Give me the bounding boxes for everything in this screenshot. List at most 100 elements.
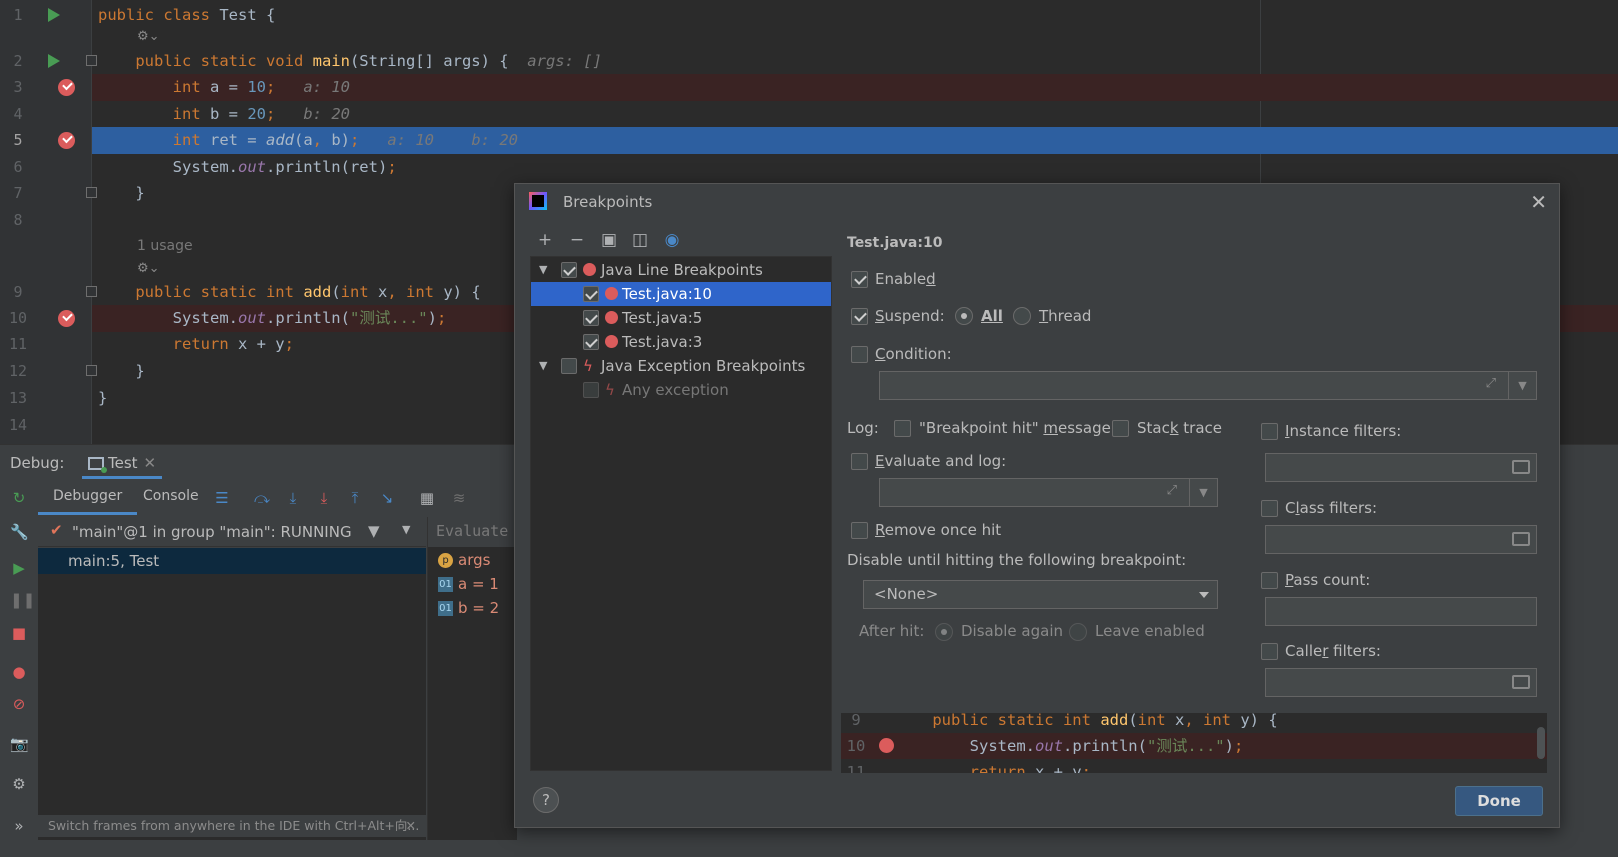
pass-count-checkbox[interactable] (1261, 572, 1278, 589)
close-icon[interactable]: ✕ (1530, 190, 1547, 214)
code-line-execution-point[interactable]: int ret = add(a, b); a: 10 b: 20 (92, 127, 1618, 154)
trace-icon[interactable]: ≋ (450, 490, 468, 506)
gutter-line-7[interactable]: 7 (0, 180, 97, 207)
editor-gutter[interactable]: 1 2 3 4 5 6 7 8 9 10 11 12 13 14 (0, 0, 97, 462)
settings-icon[interactable]: ⚙ (10, 775, 28, 793)
variables-panel[interactable]: Evaluate p args 01 a = 1 01 b = 2 (427, 517, 518, 840)
breakpoint-icon[interactable] (58, 79, 75, 96)
evaluate-expression-icon[interactable]: ▦ (418, 490, 436, 506)
gutter-line-3[interactable]: 3 (0, 74, 92, 101)
step-into-icon[interactable]: ⤓ (284, 490, 302, 506)
tree-group-exception-breakpoints[interactable]: ▼ ϟ Java Exception Breakpoints (531, 354, 831, 378)
gutter-line-9[interactable]: 9 (0, 279, 97, 306)
layout-icon[interactable]: ☰ (213, 490, 231, 506)
run-icon[interactable] (48, 54, 60, 68)
gutter-line-1[interactable]: 1 (0, 2, 92, 29)
chevron-down-icon[interactable]: ▼ (1189, 479, 1217, 506)
breakpoint-icon[interactable] (58, 132, 75, 149)
group-by-class-icon[interactable]: ◫ (630, 230, 650, 250)
item-checkbox[interactable] (583, 334, 599, 350)
pass-count-input[interactable] (1265, 597, 1537, 626)
folder-icon[interactable] (1512, 532, 1530, 546)
variable-row[interactable]: 01 a = 1 (438, 575, 499, 597)
folder-icon[interactable] (1512, 460, 1530, 474)
code-line[interactable]: System.out.println(ret); (92, 154, 1618, 181)
expand-icon[interactable]: ⤢ (1486, 376, 1496, 391)
variable-row[interactable]: p args (438, 551, 490, 573)
stack-trace-checkbox[interactable] (1112, 420, 1129, 437)
stop-icon[interactable]: ■ (10, 624, 28, 642)
add-icon[interactable]: + (535, 230, 555, 250)
code-vision-icon[interactable]: ⚙⌄ (137, 261, 160, 276)
tab-debugger[interactable]: Debugger (37, 488, 138, 515)
breakpoint-hit-message-checkbox[interactable] (894, 420, 911, 437)
group-by-package-icon[interactable]: ◉ (662, 230, 682, 250)
caller-filters-checkbox[interactable] (1261, 643, 1278, 660)
enabled-checkbox[interactable] (851, 271, 868, 288)
camera-icon[interactable]: 📷 (10, 735, 29, 753)
instance-filters-input[interactable] (1265, 453, 1537, 482)
more-icon[interactable]: » (10, 817, 28, 835)
disable-again-radio[interactable] (935, 623, 953, 641)
gutter-line-11[interactable]: 11 (0, 331, 92, 358)
gutter-line-14[interactable]: 14 (0, 412, 92, 439)
gutter-line-8[interactable]: 8 (0, 207, 92, 234)
thread-selector[interactable]: ✔ "main"@1 in group "main": RUNNING ▼ ▼ (38, 517, 426, 547)
remove-once-hit-checkbox[interactable] (851, 522, 868, 539)
wrench-icon[interactable]: 🔧 (10, 523, 29, 541)
caller-filters-input[interactable] (1265, 668, 1537, 697)
chevron-down-icon[interactable]: ▼ (402, 523, 410, 536)
folder-icon[interactable] (1512, 675, 1530, 689)
breakpoints-tree[interactable]: ▼ Java Line Breakpoints Test.java:10 Tes… (530, 256, 832, 771)
step-out-icon[interactable]: ⤒ (346, 490, 364, 506)
help-button[interactable]: ? (533, 787, 559, 813)
evaluate-and-log-checkbox[interactable] (851, 453, 868, 470)
expand-icon[interactable]: ⤢ (1167, 483, 1177, 498)
evaluate-input[interactable]: Evaluate (428, 517, 518, 547)
suspend-checkbox[interactable] (851, 308, 868, 325)
gutter-line-6[interactable]: 6 (0, 154, 92, 181)
item-checkbox[interactable] (583, 286, 599, 302)
gutter-line-10[interactable]: 10 (0, 305, 92, 332)
pause-icon[interactable]: ❚❚ (10, 591, 35, 609)
code-line[interactable]: public class Test { (92, 2, 1618, 29)
group-checkbox[interactable] (561, 358, 577, 374)
disable-until-select[interactable]: <None> (863, 580, 1218, 609)
gutter-line-2[interactable]: 2 (0, 48, 97, 75)
chevron-down-icon[interactable]: ▼ (539, 354, 547, 378)
resume-icon[interactable]: ▶ (10, 559, 28, 577)
condition-input[interactable]: ⤢ ▼ (879, 371, 1537, 400)
suspend-thread-radio[interactable] (1013, 307, 1031, 325)
step-over-icon[interactable]: ⤼ (253, 490, 271, 506)
group-checkbox[interactable] (561, 262, 577, 278)
item-checkbox[interactable] (583, 310, 599, 326)
chevron-down-icon[interactable]: ▼ (539, 258, 547, 282)
breakpoint-icon[interactable] (58, 310, 75, 327)
close-hint-icon[interactable]: ✕ (406, 815, 416, 837)
tree-item-any-exception[interactable]: ϟ Any exception (531, 378, 831, 402)
usage-hint[interactable]: 1 usage (137, 238, 193, 254)
run-to-cursor-icon[interactable]: ↘ (378, 490, 396, 506)
mute-breakpoints-icon[interactable]: ⊘ (10, 695, 28, 713)
tree-item-breakpoint[interactable]: Test.java:10 (531, 282, 831, 306)
close-tab-icon[interactable]: ✕ (144, 454, 157, 472)
leave-enabled-radio[interactable] (1069, 623, 1087, 641)
gutter-line-13[interactable]: 13 (0, 385, 92, 412)
evaluate-and-log-input[interactable]: ⤢ ▼ (879, 478, 1218, 507)
filter-icon[interactable]: ▼ (368, 522, 380, 540)
debug-run-tab[interactable]: Test ✕ (82, 449, 163, 479)
run-icon[interactable] (48, 8, 60, 22)
gutter-line-5[interactable]: 5 (0, 127, 92, 154)
code-line[interactable]: public static void main(String[] args) {… (92, 48, 1618, 75)
tree-item-breakpoint[interactable]: Test.java:5 (531, 306, 831, 330)
rerun-icon[interactable]: ↻ (10, 489, 28, 507)
code-line[interactable]: int b = 20; b: 20 (92, 101, 1618, 128)
tree-item-breakpoint[interactable]: Test.java:3 (531, 330, 831, 354)
view-breakpoints-icon[interactable]: ● (10, 663, 28, 681)
frames-list[interactable]: main:5, Test (38, 548, 426, 840)
code-line-breakpoint[interactable]: int a = 10; a: 10 (92, 74, 1618, 101)
suspend-all-radio[interactable] (955, 307, 973, 325)
instance-filters-checkbox[interactable] (1261, 423, 1278, 440)
chevron-down-icon[interactable]: ▼ (1508, 372, 1536, 399)
group-by-file-icon[interactable]: ▣ (599, 230, 619, 250)
